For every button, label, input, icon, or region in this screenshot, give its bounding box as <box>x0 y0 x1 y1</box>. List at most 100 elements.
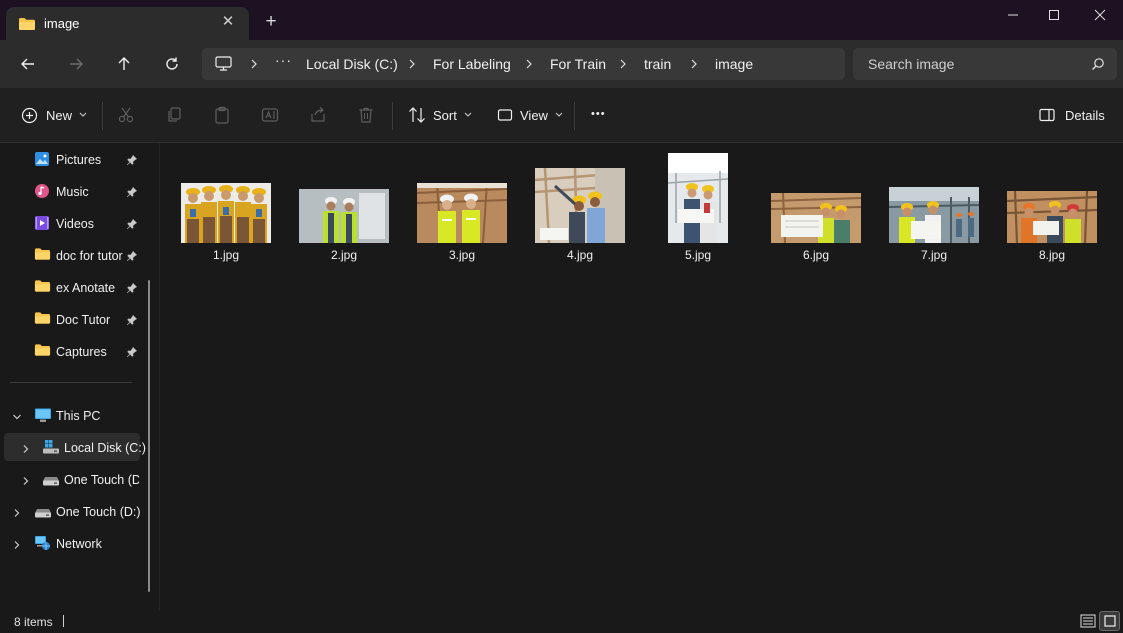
tab-image[interactable]: image ✕ <box>6 7 249 40</box>
chevron-right-icon[interactable] <box>21 474 31 485</box>
file-name: 1.jpg <box>212 248 240 262</box>
chevron-right-icon <box>689 57 699 71</box>
pin-icon[interactable] <box>126 154 138 166</box>
share-icon[interactable] <box>308 105 328 125</box>
local-disk-label: Local Disk (C:) <box>64 441 146 455</box>
breadcrumb-image[interactable]: image <box>715 56 753 72</box>
computer-icon <box>34 407 52 423</box>
details-button[interactable]: Details <box>1039 104 1105 126</box>
file-item[interactable]: 6.jpg <box>771 193 861 265</box>
chevron-down-icon <box>464 112 472 117</box>
pictures-icon <box>34 151 50 167</box>
file-item[interactable]: 8.jpg <box>1007 191 1097 265</box>
sidebar-item-videos[interactable]: Videos <box>0 209 150 237</box>
close-window-button[interactable] <box>1077 0 1123 30</box>
chevron-right-icon <box>249 57 259 71</box>
folder-icon <box>34 343 51 359</box>
view-icon <box>497 109 513 121</box>
breadcrumb-overflow[interactable]: ··· <box>275 52 292 68</box>
sidebar-item-music[interactable]: Music <box>0 177 150 205</box>
chevron-right-icon[interactable] <box>12 538 22 549</box>
pin-icon[interactable] <box>126 186 138 198</box>
copy-icon[interactable] <box>164 105 184 125</box>
up-button[interactable] <box>112 52 136 76</box>
details-view-button[interactable] <box>1077 611 1098 631</box>
drive-icon <box>42 471 60 487</box>
sidebar-item-label: ex Anotate <box>56 281 116 295</box>
file-thumbnail <box>771 193 861 243</box>
sort-button[interactable]: Sort <box>408 104 473 126</box>
file-thumbnail <box>1007 191 1097 243</box>
pin-icon[interactable] <box>126 250 138 262</box>
paste-icon[interactable] <box>212 105 232 125</box>
refresh-button[interactable] <box>160 52 184 76</box>
network-icon <box>34 535 52 551</box>
search-input[interactable]: Search image <box>853 48 1117 80</box>
file-item[interactable]: 5.jpg <box>653 153 743 265</box>
chevron-right-icon[interactable] <box>21 442 31 453</box>
drive-c-icon <box>42 439 60 455</box>
status-divider <box>63 615 64 627</box>
sidebar-item-captures[interactable]: Captures <box>0 337 150 365</box>
breadcrumb-for-labeling[interactable]: For Labeling <box>433 56 511 72</box>
sidebar-item-local-disk[interactable]: Local Disk (C:) <box>4 433 146 461</box>
pin-icon[interactable] <box>126 314 138 326</box>
rename-icon[interactable] <box>260 105 280 125</box>
file-item[interactable]: 3.jpg <box>417 183 507 265</box>
new-button[interactable]: New <box>21 104 88 126</box>
chevron-down-icon <box>79 112 87 117</box>
network-label: Network <box>56 537 102 551</box>
breadcrumb-for-train[interactable]: For Train <box>550 56 606 72</box>
folder-icon <box>34 247 51 263</box>
sidebar-item-one-touch-sub[interactable]: One Touch (D:) <box>4 465 144 493</box>
delete-icon[interactable] <box>356 105 376 125</box>
sidebar-scrollbar[interactable] <box>148 280 150 592</box>
status-bar: 8 items <box>0 610 1123 633</box>
close-tab-icon[interactable]: ✕ <box>220 14 236 30</box>
folder-icon <box>18 17 36 34</box>
view-label: View <box>520 107 548 123</box>
cut-icon[interactable] <box>116 105 136 125</box>
large-icons-view-button[interactable] <box>1099 611 1120 631</box>
view-button[interactable]: View <box>497 104 564 126</box>
file-name: 4.jpg <box>566 248 594 262</box>
chevron-right-icon[interactable] <box>12 506 22 517</box>
forward-button[interactable] <box>64 52 88 76</box>
sidebar-item-one-touch[interactable]: One Touch (D:) <box>4 497 144 525</box>
pin-icon[interactable] <box>126 218 138 230</box>
sidebar-item-doc-for-tutor[interactable]: doc for tutor <box>0 241 150 269</box>
sidebar-item-network[interactable]: Network <box>4 529 144 557</box>
chevron-down-icon[interactable] <box>12 410 22 420</box>
file-thumbnail <box>535 168 625 243</box>
minimize-button[interactable] <box>990 0 1036 30</box>
plus-circle-icon <box>21 107 38 123</box>
maximize-button[interactable] <box>1031 0 1077 30</box>
separator <box>102 102 103 130</box>
sidebar-item-doc-tutor[interactable]: Doc Tutor <box>0 305 150 333</box>
details-label: Details <box>1065 107 1105 123</box>
search-icon[interactable] <box>1091 57 1105 74</box>
file-item[interactable]: 4.jpg <box>535 168 625 265</box>
sidebar-item-pictures[interactable]: Pictures <box>0 145 150 173</box>
separator <box>574 102 575 130</box>
more-options-button[interactable]: ••• <box>591 103 606 125</box>
one-touch-sub-label: One Touch (D:) <box>64 473 139 487</box>
new-tab-button[interactable]: + <box>262 12 280 31</box>
back-button[interactable] <box>16 52 40 76</box>
videos-icon <box>34 215 50 231</box>
pin-icon[interactable] <box>126 282 138 294</box>
file-name: 7.jpg <box>920 248 948 262</box>
file-name: 3.jpg <box>448 248 476 262</box>
file-item[interactable]: 1.jpg <box>181 183 271 265</box>
file-thumbnail <box>417 183 507 243</box>
file-item[interactable]: 2.jpg <box>299 189 389 265</box>
pin-icon[interactable] <box>126 346 138 358</box>
file-name: 6.jpg <box>802 248 830 262</box>
breadcrumb-local-disk[interactable]: Local Disk (C:) <box>306 56 398 72</box>
sidebar-item-this-pc[interactable]: This PC <box>4 401 144 429</box>
sidebar-item-ex-anotate[interactable]: ex Anotate <box>0 273 150 301</box>
new-label: New <box>46 107 73 123</box>
file-item[interactable]: 7.jpg <box>889 187 979 265</box>
breadcrumb-train[interactable]: train <box>644 56 671 72</box>
address-bar[interactable]: ··· Local Disk (C:) For Labeling For Tra… <box>202 48 845 80</box>
